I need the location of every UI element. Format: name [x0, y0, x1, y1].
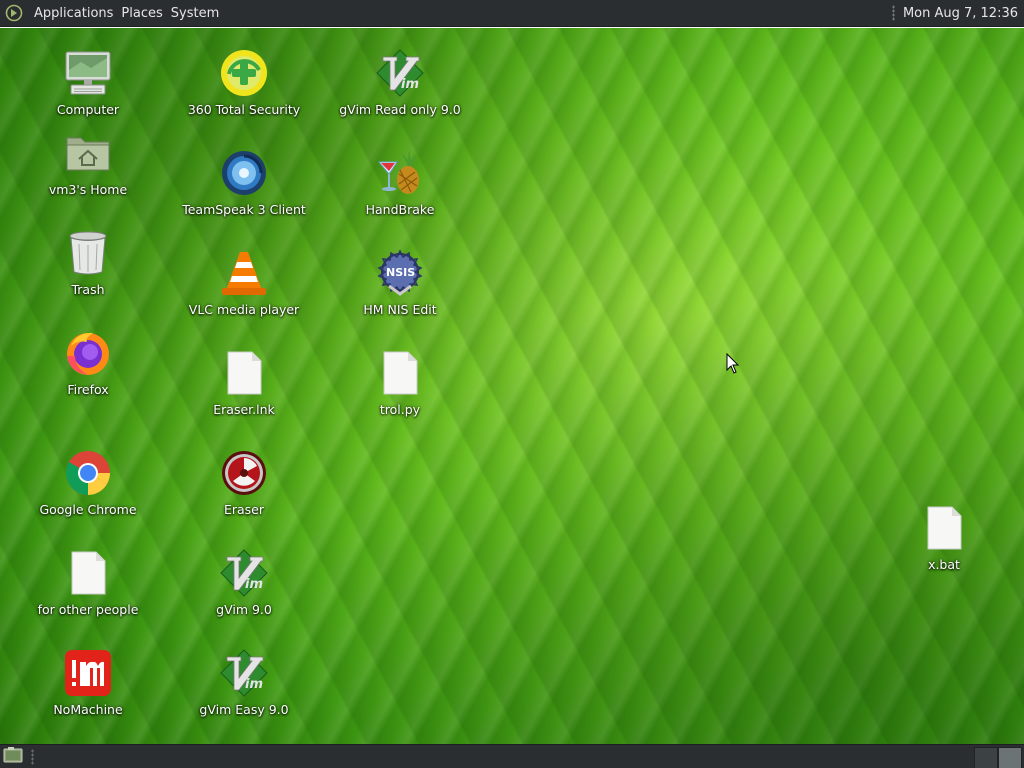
document-icon — [219, 348, 269, 398]
desktop-icon-label: vm3's Home — [48, 182, 128, 197]
desktop-icon-label: HM NIS Edit — [363, 302, 437, 317]
panel-drag-handle[interactable] — [891, 5, 895, 21]
desktop-icon-label: for other people — [37, 602, 139, 617]
desktop-icon-label: x.bat — [928, 557, 960, 572]
desktop-icon-eraser-lnk[interactable]: Eraser.lnk — [184, 348, 304, 434]
desktop-icon-label: Eraser.lnk — [213, 402, 275, 417]
workspace-2[interactable] — [998, 746, 1022, 768]
desktop-icon-home[interactable]: vm3's Home — [28, 128, 148, 214]
handbrake-icon — [375, 148, 425, 198]
teamspeak-icon — [219, 148, 269, 198]
firefox-icon — [63, 328, 113, 378]
svg-text:im: im — [245, 677, 263, 692]
desktop-icon-eraser[interactable]: Eraser — [184, 448, 304, 534]
top-panel: Applications Places System Mon Aug 7, 12… — [0, 0, 1024, 27]
document-icon — [919, 503, 969, 553]
nomachine-icon — [63, 648, 113, 698]
panel-drag-handle[interactable] — [31, 748, 34, 765]
desktop-icon-teamspeak[interactable]: TeamSpeak 3 Client — [182, 148, 306, 234]
desktop-icon-handbrake[interactable]: HandBrake — [340, 148, 460, 234]
desktop-icon-gvim-easy[interactable]: im gVim Easy 9.0 — [184, 648, 304, 734]
clock[interactable]: Mon Aug 7, 12:36 — [903, 6, 1018, 21]
desktop-icon-label: Trash — [71, 282, 105, 297]
desktop-icon-label: gVim 9.0 — [216, 602, 272, 617]
svg-text:im: im — [245, 577, 263, 592]
desktop-icon-label: Google Chrome — [39, 502, 137, 517]
desktop-icon-label: Firefox — [67, 382, 109, 397]
360-security-icon — [219, 48, 269, 98]
desktop-icon-label: NoMachine — [53, 702, 123, 717]
distro-logo-icon[interactable] — [4, 3, 24, 23]
applications-menu[interactable]: Applications — [30, 6, 117, 21]
vim-icon: im — [219, 648, 269, 698]
vlc-icon — [219, 248, 269, 298]
desktop-icon-label: gVim Read only 9.0 — [339, 102, 461, 117]
desktop-icon-chrome[interactable]: Google Chrome — [28, 448, 148, 534]
desktop-icon-360-total-security[interactable]: 360 Total Security — [184, 48, 304, 134]
places-menu[interactable]: Places — [117, 6, 166, 21]
vim-icon: im — [375, 48, 425, 98]
nsis-icon: NSIS — [375, 248, 425, 298]
desktop-icon-label: gVim Easy 9.0 — [199, 702, 289, 717]
show-desktop-icon[interactable] — [3, 746, 23, 768]
desktop-icon-label: VLC media player — [188, 302, 300, 317]
vim-icon: im — [219, 548, 269, 598]
home-folder-icon — [63, 128, 113, 178]
desktop-icon-vlc[interactable]: VLC media player — [184, 248, 304, 334]
desktop-icon-trol-py[interactable]: trol.py — [340, 348, 460, 434]
desktop-icon-label: 360 Total Security — [187, 102, 301, 117]
bottom-panel — [0, 744, 1024, 768]
document-icon — [63, 548, 113, 598]
desktop-icon-gvim[interactable]: im gVim 9.0 — [184, 548, 304, 634]
desktop-icon-gvim-read-only[interactable]: im gVim Read only 9.0 — [339, 48, 461, 134]
desktop[interactable]: Computer vm3's Home Trash Firefox Google… — [0, 28, 1024, 744]
desktop-icon-label: Computer — [56, 102, 120, 117]
trash-icon — [63, 228, 113, 278]
svg-text:NSIS: NSIS — [386, 266, 415, 279]
desktop-icon-trash[interactable]: Trash — [28, 228, 148, 314]
document-icon — [375, 348, 425, 398]
eraser-icon — [219, 448, 269, 498]
desktop-icon-label: TeamSpeak 3 Client — [182, 202, 306, 217]
desktop-icon-label: Eraser — [223, 502, 265, 517]
desktop-icon-x-bat[interactable]: x.bat — [884, 503, 1004, 589]
workspace-1[interactable] — [974, 746, 998, 768]
desktop-icon-firefox[interactable]: Firefox — [28, 328, 148, 414]
desktop-icon-hm-nis-edit[interactable]: NSIS HM NIS Edit — [340, 248, 460, 334]
desktop-icon-for-other-people[interactable]: for other people — [28, 548, 148, 634]
svg-text:im: im — [401, 77, 419, 92]
mouse-pointer-icon — [726, 352, 740, 379]
system-menu[interactable]: System — [167, 6, 223, 21]
desktop-icon-nomachine[interactable]: NoMachine — [28, 648, 148, 734]
desktop-icon-label: HandBrake — [365, 202, 435, 217]
desktop-icon-label: trol.py — [379, 402, 421, 417]
computer-icon — [63, 48, 113, 98]
desktop-icon-computer[interactable]: Computer — [28, 48, 148, 134]
workspace-switcher[interactable] — [974, 746, 1022, 768]
chrome-icon — [63, 448, 113, 498]
